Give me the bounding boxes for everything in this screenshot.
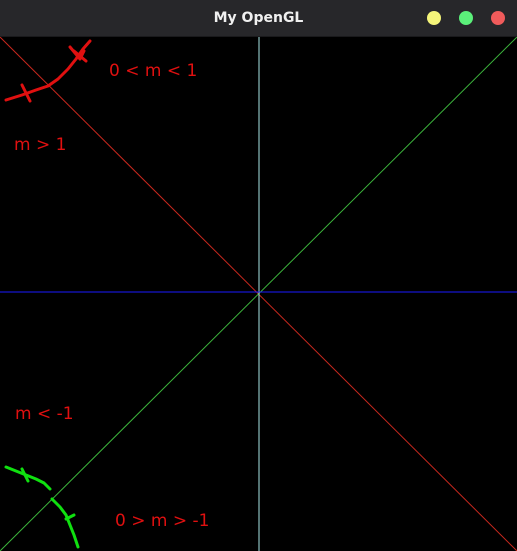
- minimize-button[interactable]: [427, 11, 441, 25]
- title-bar[interactable]: My OpenGL: [0, 0, 517, 37]
- label-slope-greater-than-1: m > 1: [14, 135, 67, 155]
- red-hand-drawn-marker: [4, 39, 92, 103]
- opengl-window: My OpenGL 0 < m < 1 m > 1 m < -1 0 > m >…: [0, 0, 517, 551]
- opengl-canvas[interactable]: 0 < m < 1 m > 1 m < -1 0 > m > -1: [0, 37, 517, 551]
- label-slope-between-0-and-1: 0 < m < 1: [109, 61, 198, 81]
- close-button[interactable]: [491, 11, 505, 25]
- maximize-button[interactable]: [459, 11, 473, 25]
- scene-svg: [0, 37, 517, 551]
- label-slope-between-0-and-minus-1: 0 > m > -1: [115, 511, 210, 531]
- label-slope-less-than-minus-1: m < -1: [15, 404, 74, 424]
